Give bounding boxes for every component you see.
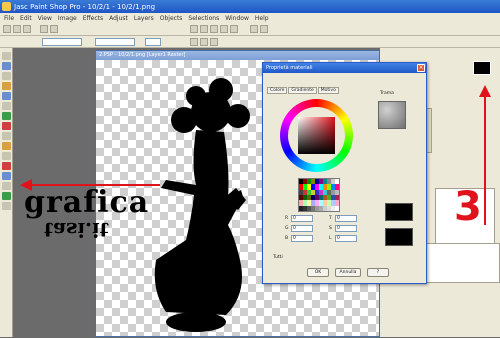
- field-g[interactable]: 0: [291, 225, 313, 232]
- menu-window[interactable]: Window: [225, 15, 249, 22]
- options-toolbar: [0, 36, 500, 48]
- menu-effects[interactable]: Effects: [83, 15, 103, 22]
- help-button[interactable]: ?: [367, 268, 389, 277]
- materials-icon[interactable]: [220, 25, 228, 33]
- zoom-icon[interactable]: [250, 25, 258, 33]
- app-icon: [2, 2, 11, 11]
- crop-tool-icon[interactable]: [2, 82, 11, 90]
- menu-adjust[interactable]: Adjust: [109, 15, 128, 22]
- swap-icon[interactable]: [210, 25, 218, 33]
- preset-combo[interactable]: [42, 38, 82, 46]
- saturation-square[interactable]: [298, 117, 335, 154]
- tab-gradient[interactable]: Gradiente: [288, 87, 317, 94]
- field-l[interactable]: 0: [335, 235, 357, 242]
- undo-icon[interactable]: [40, 25, 48, 33]
- menu-help[interactable]: Help: [255, 15, 269, 22]
- all-checkbox-label[interactable]: Tutti: [273, 255, 283, 260]
- menu-file[interactable]: File: [4, 15, 14, 22]
- menu-selections[interactable]: Selections: [188, 15, 219, 22]
- menu-image[interactable]: Image: [58, 15, 77, 22]
- save-icon[interactable]: [23, 25, 31, 33]
- menu-layers[interactable]: Layers: [134, 15, 154, 22]
- current-color-preview: [385, 203, 413, 221]
- flood-fill-icon[interactable]: [2, 172, 11, 180]
- clone-brush-icon[interactable]: [2, 142, 11, 150]
- redo-icon[interactable]: [50, 25, 58, 33]
- field-label-g: G: [285, 226, 289, 231]
- basic-colors-palette[interactable]: [298, 178, 340, 212]
- menu-edit[interactable]: Edit: [20, 15, 32, 22]
- size-combo[interactable]: [145, 38, 161, 46]
- tab-pattern[interactable]: Motivo: [317, 87, 339, 94]
- step-number: 3: [454, 184, 482, 230]
- menu-objects[interactable]: Objects: [160, 15, 183, 22]
- cancel-button[interactable]: Annulla: [335, 268, 361, 277]
- text-tool-icon[interactable]: [2, 182, 11, 190]
- foreground-swatch[interactable]: [473, 61, 491, 75]
- dialog-titlebar: Proprietà materiali ×: [263, 63, 426, 73]
- color-wheel[interactable]: [280, 99, 353, 172]
- move-tool-icon[interactable]: [2, 92, 11, 100]
- standard-toolbar: [0, 23, 500, 36]
- dropper-tool-icon[interactable]: [2, 122, 11, 130]
- field-t[interactable]: 0: [335, 215, 357, 222]
- option-icon-c[interactable]: [210, 38, 218, 46]
- red-arrow-left: [20, 179, 160, 191]
- texture-preview[interactable]: [378, 101, 406, 129]
- menubar: File Edit View Image Effects Adjust Laye…: [0, 13, 500, 23]
- open-icon[interactable]: [13, 25, 21, 33]
- new-icon[interactable]: [3, 25, 11, 33]
- texture-label: Trama: [380, 91, 394, 96]
- dialog-tabs: Colore Gradiente Motivo: [267, 87, 339, 94]
- layers-panel-lower[interactable]: [420, 243, 500, 283]
- previous-color-preview: [385, 228, 413, 246]
- layer-icon[interactable]: [190, 25, 198, 33]
- menu-view[interactable]: View: [38, 15, 52, 22]
- deform-tool-icon[interactable]: [2, 72, 11, 80]
- grid-icon[interactable]: [200, 25, 208, 33]
- pen-tool-icon[interactable]: [2, 202, 11, 210]
- app-titlebar: Jasc Paint Shop Pro - 10/2/1 - 10/2/1.pn…: [0, 0, 500, 13]
- watermark-line2: tasi.it: [44, 218, 109, 242]
- field-label-l: L: [329, 236, 332, 241]
- paint-brush-icon[interactable]: [2, 132, 11, 140]
- script-icon[interactable]: [230, 25, 238, 33]
- ok-button[interactable]: OK: [307, 268, 329, 277]
- lasso-tool-icon[interactable]: [2, 112, 11, 120]
- zoom-tool-icon[interactable]: [2, 62, 11, 70]
- field-label-b: B: [285, 236, 289, 241]
- dialog-title: Proprietà materiali: [266, 65, 313, 71]
- material-properties-dialog: Proprietà materiali × Colore Gradiente M…: [262, 62, 427, 284]
- option-icon-a[interactable]: [190, 38, 198, 46]
- pan-tool-icon[interactable]: [2, 52, 11, 60]
- selection-tool-icon[interactable]: [2, 102, 11, 110]
- field-b[interactable]: 0: [291, 235, 313, 242]
- field-label-t: T: [329, 216, 332, 221]
- retouch-tool-icon[interactable]: [2, 152, 11, 160]
- pan-icon[interactable]: [260, 25, 268, 33]
- watermark: grafica tasi.it: [24, 185, 149, 242]
- field-r[interactable]: 0: [291, 215, 313, 222]
- close-icon[interactable]: ×: [417, 64, 425, 72]
- field-s[interactable]: 0: [335, 225, 357, 232]
- option-icon-b[interactable]: [200, 38, 208, 46]
- field-label-r: R: [285, 216, 289, 221]
- eraser-tool-icon[interactable]: [2, 162, 11, 170]
- app-title: Jasc Paint Shop Pro - 10/2/1 - 10/2/1.pn…: [14, 2, 156, 11]
- tools-palette: [0, 48, 13, 337]
- shape-tool-icon[interactable]: [2, 192, 11, 200]
- mode-combo[interactable]: [95, 38, 135, 46]
- tab-color[interactable]: Colore: [267, 87, 288, 94]
- document-title: 2.PSP - 10/2/1.png [Layer1 Raster]: [96, 51, 379, 60]
- field-label-s: S: [329, 226, 332, 231]
